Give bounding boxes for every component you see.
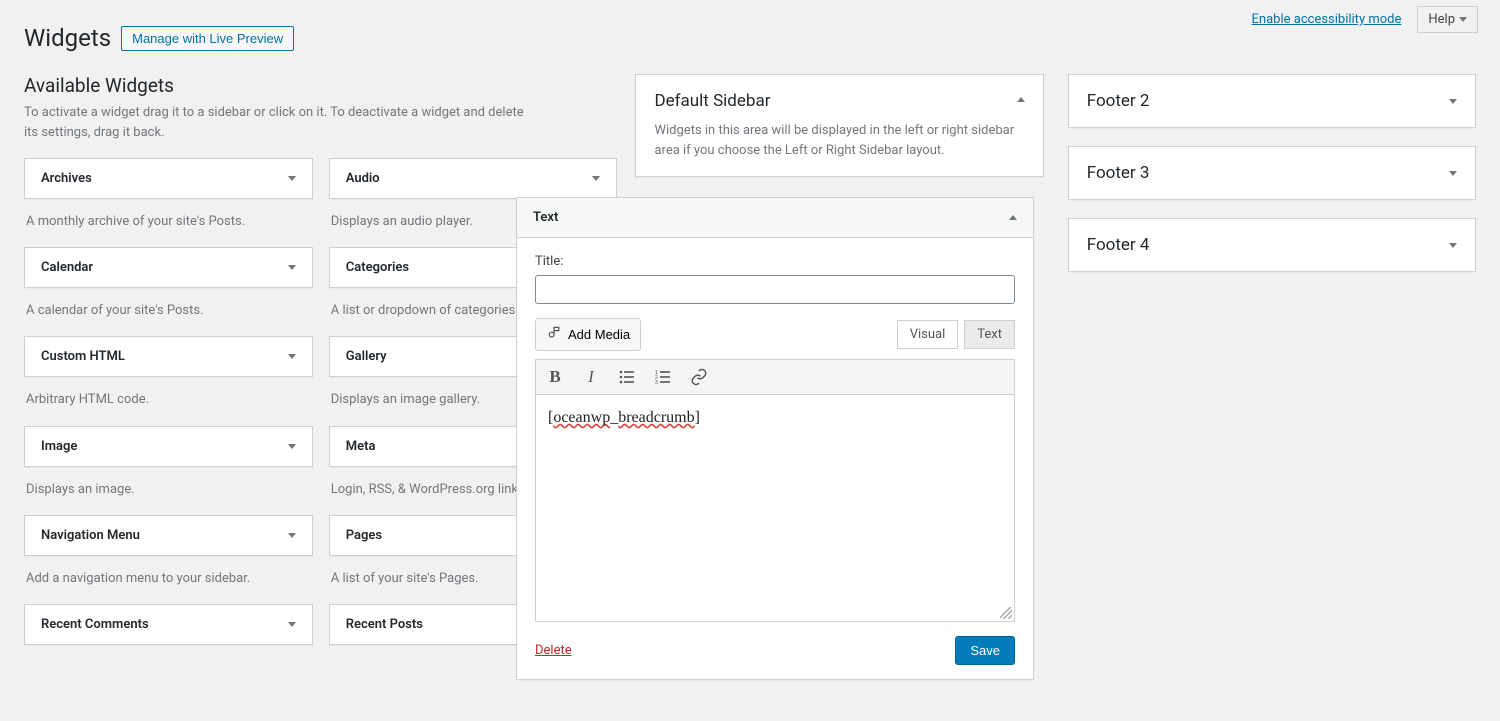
text-widget-header-label: Text — [533, 210, 558, 225]
footer-3-panel[interactable]: Footer 3 — [1068, 146, 1476, 200]
footer-2-panel[interactable]: Footer 2 — [1068, 74, 1476, 128]
delete-link[interactable]: Delete — [535, 643, 572, 658]
widget-desc: Add a navigation menu to your sidebar. — [24, 566, 313, 604]
widget-desc: Arbitrary HTML code. — [24, 387, 313, 425]
caret-down-icon — [288, 622, 296, 627]
caret-down-icon — [1449, 243, 1457, 248]
caret-down-icon — [1459, 17, 1467, 22]
save-button[interactable]: Save — [955, 636, 1015, 665]
widget-image[interactable]: Image — [24, 426, 313, 467]
caret-down-icon — [288, 354, 296, 359]
editor-content: [oceanwp_breadcrumb] — [548, 409, 700, 427]
footer-panel-title: Footer 2 — [1087, 91, 1150, 111]
help-button[interactable]: Help — [1417, 6, 1478, 33]
caret-down-icon — [288, 444, 296, 449]
widget-desc: A monthly archive of your site's Posts. — [24, 209, 313, 247]
caret-down-icon — [1449, 171, 1457, 176]
title-input[interactable] — [535, 275, 1015, 304]
text-widget-panel: Text Title: Add Media Visual Text B — [516, 197, 1034, 680]
widget-custom-html[interactable]: Custom HTML — [24, 336, 313, 377]
widget-label: Gallery — [346, 349, 387, 364]
editor-toolbar: B I 123 — [535, 359, 1015, 394]
widget-calendar[interactable]: Calendar — [24, 247, 313, 288]
footer-panel-title: Footer 3 — [1087, 163, 1150, 183]
default-sidebar-description: Widgets in this area will be displayed i… — [654, 121, 1024, 160]
unordered-list-button[interactable] — [616, 366, 638, 388]
resize-grip-icon[interactable] — [1000, 607, 1012, 619]
footer-4-panel[interactable]: Footer 4 — [1068, 218, 1476, 272]
widget-label: Recent Posts — [346, 617, 423, 632]
caret-down-icon — [288, 265, 296, 270]
widget-audio[interactable]: Audio — [329, 158, 618, 199]
italic-button[interactable]: I — [580, 366, 602, 388]
widget-label: Navigation Menu — [41, 528, 140, 543]
enable-accessibility-link[interactable]: Enable accessibility mode — [1252, 12, 1402, 27]
add-media-button[interactable]: Add Media — [535, 318, 641, 351]
tab-visual[interactable]: Visual — [897, 320, 959, 349]
caret-up-icon[interactable] — [1017, 97, 1025, 102]
link-button[interactable] — [688, 366, 710, 388]
live-preview-button[interactable]: Manage with Live Preview — [121, 26, 294, 51]
widget-label: Categories — [346, 260, 409, 275]
available-widgets-title: Available Widgets — [24, 74, 617, 97]
widget-label: Recent Comments — [41, 617, 149, 632]
widget-label: Audio — [346, 171, 380, 186]
caret-up-icon — [1009, 215, 1017, 220]
text-widget-header[interactable]: Text — [517, 198, 1033, 238]
default-sidebar-title: Default Sidebar — [654, 91, 770, 111]
widget-desc: Displays an image. — [24, 477, 313, 515]
widget-label: Meta — [346, 439, 376, 454]
svg-text:3: 3 — [655, 380, 658, 386]
help-label: Help — [1428, 12, 1455, 27]
title-label: Title: — [535, 254, 1015, 269]
widget-label: Custom HTML — [41, 349, 125, 364]
widget-label: Calendar — [41, 260, 93, 275]
caret-down-icon — [592, 176, 600, 181]
widget-label: Archives — [41, 171, 92, 186]
footer-panel-title: Footer 4 — [1087, 235, 1150, 255]
add-media-label: Add Media — [568, 327, 630, 342]
caret-down-icon — [1449, 99, 1457, 104]
widget-label: Pages — [346, 528, 382, 543]
tab-text[interactable]: Text — [964, 320, 1015, 349]
caret-down-icon — [288, 533, 296, 538]
bold-button[interactable]: B — [544, 366, 566, 388]
ordered-list-button[interactable]: 123 — [652, 366, 674, 388]
widget-label: Image — [41, 439, 77, 454]
caret-down-icon — [288, 176, 296, 181]
media-icon — [546, 325, 562, 344]
default-sidebar-panel: Default Sidebar Widgets in this area wil… — [635, 74, 1043, 177]
widget-archives[interactable]: Archives — [24, 158, 313, 199]
available-widgets-description: To activate a widget drag it to a sideba… — [24, 103, 524, 142]
widget-navigation-menu[interactable]: Navigation Menu — [24, 515, 313, 556]
widget-desc: A calendar of your site's Posts. — [24, 298, 313, 336]
widget-recent-comments[interactable]: Recent Comments — [24, 604, 313, 645]
page-title: Widgets — [24, 24, 111, 52]
editor-textarea[interactable]: [oceanwp_breadcrumb] — [535, 394, 1015, 622]
